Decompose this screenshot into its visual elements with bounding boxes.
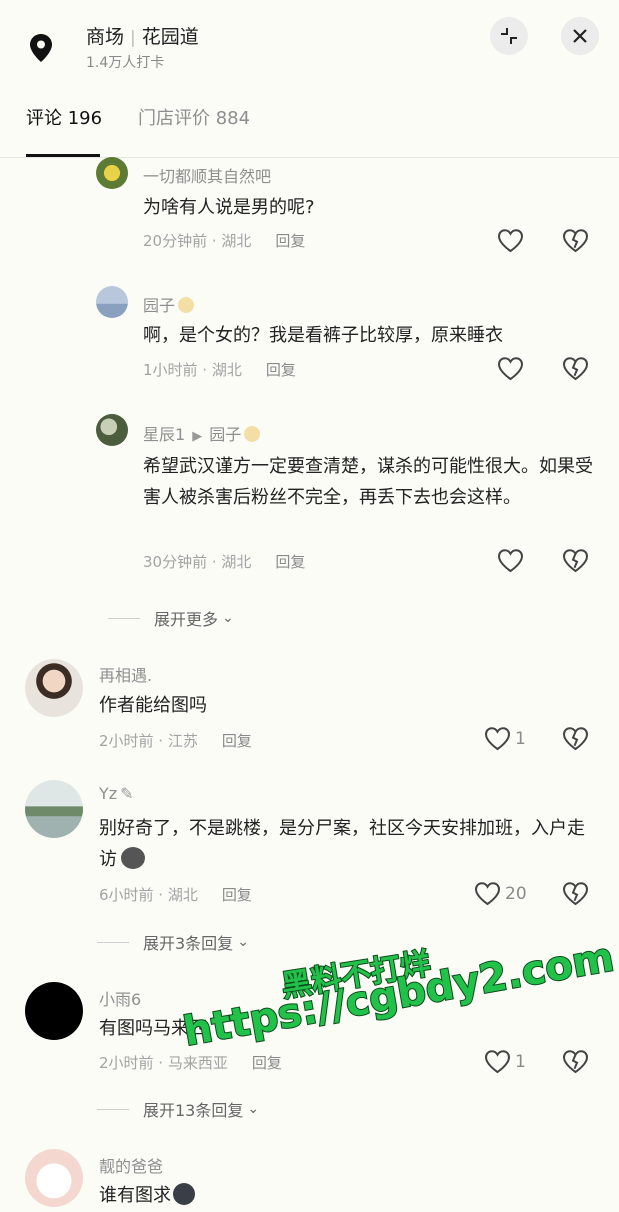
chevron-down-icon: ⌄ xyxy=(222,610,234,626)
comment-author[interactable]: 靓的爸爸 xyxy=(99,1153,163,1177)
heart-icon xyxy=(484,727,511,751)
broken-heart-icon[interactable] xyxy=(562,356,589,381)
broken-heart-icon[interactable] xyxy=(562,726,589,751)
comment-meta: 1小时前 · 湖北 回复 xyxy=(143,361,296,379)
heart-icon[interactable] xyxy=(497,548,524,573)
heart-icon xyxy=(484,1050,511,1074)
pencil-icon: ✎ xyxy=(120,784,134,803)
location-pin-icon xyxy=(30,34,52,62)
emoji-icon xyxy=(173,1183,195,1205)
reply-button[interactable]: 回复 xyxy=(266,361,296,379)
comment-text: 别好奇了，不是跳楼，是分尸案，社区今天安排加班，入户走访 xyxy=(99,818,585,870)
tab-comments[interactable]: 评论 196 xyxy=(26,104,102,130)
heart-icon[interactable] xyxy=(497,228,524,253)
avatar[interactable] xyxy=(25,780,83,838)
location-title: 商场 | 花园道 xyxy=(86,26,199,48)
close-button[interactable] xyxy=(561,17,599,55)
checkin-count: 1.4万人打卡 xyxy=(86,55,165,71)
chevron-down-icon: ⌄ xyxy=(247,1101,260,1117)
comment-meta: 30分钟前 · 湖北 回复 xyxy=(143,553,306,571)
reply-button[interactable]: 回复 xyxy=(275,232,305,250)
comment-text: 谁有图求 xyxy=(99,1180,195,1211)
like-count: 1 xyxy=(515,728,526,749)
minimize-icon xyxy=(501,28,517,44)
comment-author[interactable]: 星辰1 ▶ 园子 xyxy=(143,421,261,445)
emoji-icon xyxy=(178,297,195,313)
broken-heart-icon[interactable] xyxy=(562,1049,589,1074)
close-icon xyxy=(573,29,587,43)
reply-button[interactable]: 回复 xyxy=(252,1054,282,1072)
comment-meta: 2小时前 · 马来西亚 回复 xyxy=(99,1054,282,1072)
avatar[interactable] xyxy=(25,659,83,717)
comment-text: 为啥有人说是男的呢? xyxy=(143,197,315,218)
comment-text: 啊，是个女的？我是看裤子比较厚，原来睡衣 xyxy=(143,325,503,346)
heart-icon xyxy=(474,882,501,906)
comment-meta: 20分钟前 · 湖北 回复 xyxy=(143,232,306,250)
tab-store-reviews[interactable]: 门店评价 884 xyxy=(138,104,250,130)
comment-author[interactable]: 小雨6 xyxy=(99,986,141,1010)
broken-heart-icon[interactable] xyxy=(562,548,589,573)
like-button[interactable]: 1 xyxy=(484,1049,526,1074)
broken-heart-icon[interactable] xyxy=(562,228,589,253)
dog-emoji-icon xyxy=(121,847,145,869)
expand-replies-button[interactable]: 展开3条回复 ⌄ xyxy=(97,930,249,954)
heart-icon[interactable] xyxy=(497,356,524,381)
tabs-divider xyxy=(0,157,619,158)
avatar[interactable] xyxy=(96,157,128,189)
like-count: 1 xyxy=(515,1051,526,1072)
comment-author[interactable]: Yz ✎ xyxy=(99,784,134,803)
avatar[interactable] xyxy=(96,414,128,446)
reply-button[interactable]: 回复 xyxy=(275,553,305,571)
comment-meta: 2小时前 · 江苏 回复 xyxy=(99,732,252,750)
like-button[interactable]: 1 xyxy=(484,726,526,751)
reply-arrow-icon: ▶ xyxy=(192,429,203,444)
expand-more-button[interactable]: 展开更多 ⌄ xyxy=(108,606,234,630)
comment-text: 希望武汉谨方一定要查清楚，谋杀的可能性很大。如果受害人被杀害后粉丝不完全，再丢下… xyxy=(143,456,593,508)
comment-author[interactable]: 再相遇. xyxy=(99,662,152,686)
avatar[interactable] xyxy=(96,286,128,318)
avatar[interactable] xyxy=(25,1149,83,1207)
comment-author[interactable]: 一切都顺其自然吧 xyxy=(143,163,271,187)
comment-meta: 6小时前 · 湖北 回复 xyxy=(99,886,252,904)
avatar[interactable] xyxy=(25,982,83,1040)
emoji-icon xyxy=(244,426,261,442)
like-count: 20 xyxy=(505,883,527,904)
comment-text: 作者能给图吗 xyxy=(99,695,207,716)
broken-heart-icon[interactable] xyxy=(562,881,589,906)
reply-button[interactable]: 回复 xyxy=(222,732,252,750)
reply-button[interactable]: 回复 xyxy=(222,886,252,904)
chevron-down-icon: ⌄ xyxy=(237,934,249,950)
minimize-button[interactable] xyxy=(490,17,528,55)
comment-author[interactable]: 园子 xyxy=(143,292,195,316)
expand-replies-button[interactable]: 展开13条回复 ⌄ xyxy=(97,1097,259,1121)
like-button[interactable]: 20 xyxy=(474,881,527,906)
